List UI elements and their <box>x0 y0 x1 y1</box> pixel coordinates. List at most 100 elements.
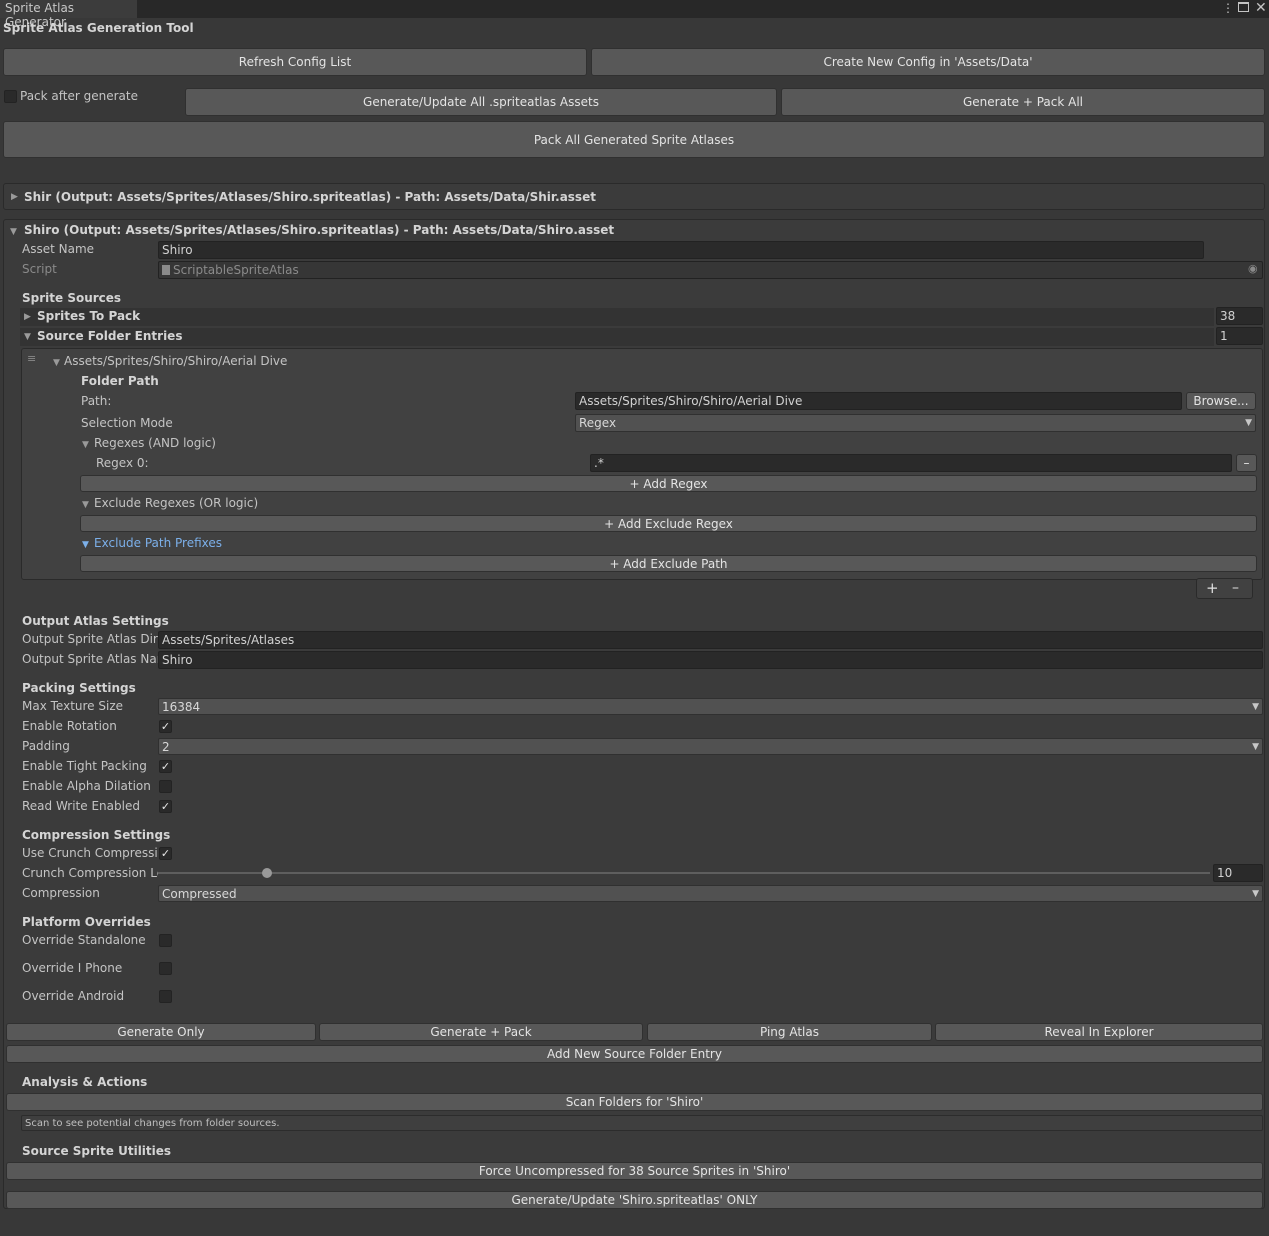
selection-mode-dropdown[interactable]: Regex ▼ <box>575 414 1256 432</box>
asset-name-field[interactable]: Shiro <box>158 241 1204 259</box>
crunch-level-slider-thumb[interactable] <box>262 868 272 878</box>
use-crunch-checkbox[interactable]: ✓ <box>159 847 172 860</box>
kebab-menu-icon[interactable]: ⋮ <box>1222 0 1234 18</box>
sprites-to-pack-row[interactable] <box>20 308 1214 326</box>
refresh-config-button[interactable]: Refresh Config List <box>3 48 587 76</box>
override-android-checkbox[interactable] <box>159 990 172 1003</box>
source-folder-entries-row[interactable] <box>20 328 1214 346</box>
reveal-in-explorer-button[interactable]: Reveal In Explorer <box>935 1023 1263 1041</box>
source-folder-entries-count[interactable]: 1 <box>1216 327 1263 345</box>
list-footer <box>1196 578 1253 599</box>
crunch-level-field[interactable]: 10 <box>1213 864 1263 882</box>
pack-after-generate-label: Pack after generate <box>20 89 138 103</box>
compression-value: Compressed <box>162 886 237 901</box>
platform-heading: Platform Overrides <box>22 915 151 929</box>
padding-dropdown[interactable]: 2 ▼ <box>158 738 1263 755</box>
chevron-down-icon: ▼ <box>1252 741 1259 752</box>
generate-atlas-only-button[interactable]: Generate/Update 'Shiro.spriteatlas' ONLY <box>6 1191 1263 1209</box>
scan-hint-box: Scan to see potential changes from folde… <box>21 1115 1263 1131</box>
output-heading: Output Atlas Settings <box>22 614 169 628</box>
regexes-heading[interactable]: Regexes (AND logic) <box>94 436 216 450</box>
close-icon[interactable]: ✕ <box>1255 0 1267 18</box>
read-write-label: Read Write Enabled <box>22 799 140 813</box>
generate-only-button[interactable]: Generate Only <box>6 1023 316 1041</box>
config-shir-header: Shir (Output: Assets/Sprites/Atlases/Shi… <box>24 190 596 204</box>
pack-after-generate-checkbox[interactable] <box>4 90 17 103</box>
object-picker-icon[interactable]: ◉ <box>1248 262 1258 275</box>
window-tab[interactable]: Sprite Atlas Generator <box>0 0 137 29</box>
script-file-icon <box>162 265 170 275</box>
alpha-dilation-checkbox[interactable] <box>159 780 172 793</box>
pack-all-button[interactable]: Pack All Generated Sprite Atlases <box>3 121 1265 158</box>
add-regex-button[interactable]: + Add Regex <box>80 475 1257 492</box>
max-texture-size-dropdown[interactable]: 16384 ▼ <box>158 698 1263 715</box>
compression-label: Compression <box>22 886 100 900</box>
list-add-button[interactable]: + <box>1206 579 1219 597</box>
output-name-field[interactable]: Shiro <box>158 651 1263 669</box>
crunch-level-slider-track[interactable] <box>158 872 1210 874</box>
output-dir-field[interactable]: Assets/Sprites/Atlases <box>158 631 1263 649</box>
scan-folders-button[interactable]: Scan Folders for 'Shiro' <box>6 1093 1263 1111</box>
add-exclude-path-button[interactable]: + Add Exclude Path <box>80 555 1257 572</box>
chevron-down-icon: ▼ <box>1245 418 1252 428</box>
enable-rotation-checkbox[interactable]: ✓ <box>159 720 172 733</box>
packing-heading: Packing Settings <box>22 681 136 695</box>
list-remove-button[interactable]: – <box>1232 580 1239 596</box>
chevron-down-icon: ▼ <box>1252 701 1259 712</box>
folder-path-heading: Folder Path <box>81 374 159 388</box>
add-source-folder-button[interactable]: Add New Source Folder Entry <box>6 1045 1263 1063</box>
regex0-field[interactable]: .* <box>590 454 1232 472</box>
override-standalone-label: Override Standalone <box>22 933 146 947</box>
selection-mode-label: Selection Mode <box>81 416 173 430</box>
maximize-icon[interactable] <box>1238 2 1249 12</box>
read-write-checkbox[interactable]: ✓ <box>159 800 172 813</box>
path-label: Path: <box>81 394 112 408</box>
remove-regex-button[interactable]: – <box>1236 454 1257 472</box>
asset-name-label: Asset Name <box>22 242 95 256</box>
fold-open-icon[interactable]: ▼ <box>82 500 89 510</box>
sprites-to-pack-count[interactable]: 38 <box>1216 307 1263 325</box>
override-android-label: Override Android <box>22 989 125 1003</box>
fold-open-icon[interactable]: ▼ <box>82 440 89 450</box>
generate-pack-all-button[interactable]: Generate + Pack All <box>781 88 1265 116</box>
alpha-dilation-label: Enable Alpha Dilation <box>22 779 151 793</box>
entry-title[interactable]: Assets/Sprites/Shiro/Shiro/Aerial Dive <box>64 354 287 368</box>
browse-button[interactable]: Browse... <box>1186 392 1256 410</box>
add-exclude-regex-button[interactable]: + Add Exclude Regex <box>80 515 1257 532</box>
enable-rotation-label: Enable Rotation <box>22 719 117 733</box>
config-shir-foldout[interactable]: ▶ Shir (Output: Assets/Sprites/Atlases/S… <box>3 183 1265 210</box>
force-uncompressed-button[interactable]: Force Uncompressed for 38 Source Sprites… <box>6 1162 1263 1180</box>
path-field[interactable]: Assets/Sprites/Shiro/Shiro/Aerial Dive <box>575 392 1182 410</box>
generate-pack-button[interactable]: Generate + Pack <box>319 1023 643 1041</box>
create-new-config-button[interactable]: Create New Config in 'Assets/Data' <box>591 48 1265 76</box>
generate-all-button[interactable]: Generate/Update All .spriteatlas Assets <box>185 88 777 116</box>
page-title: Sprite Atlas Generation Tool <box>3 21 194 35</box>
exclude-regexes-heading[interactable]: Exclude Regexes (OR logic) <box>94 496 258 510</box>
override-iphone-checkbox[interactable] <box>159 962 172 975</box>
script-label: Script <box>22 262 57 276</box>
fold-closed-icon[interactable]: ▶ <box>24 312 31 322</box>
drag-handle-icon[interactable]: ≡ <box>27 352 36 365</box>
output-name-label: Output Sprite Atlas Nam <box>22 652 158 666</box>
source-folder-entries-label: Source Folder Entries <box>37 329 183 343</box>
padding-label: Padding <box>22 739 70 753</box>
fold-closed-icon: ▶ <box>11 192 18 202</box>
override-standalone-checkbox[interactable] <box>159 934 172 947</box>
selection-mode-value: Regex <box>579 416 617 430</box>
padding-value: 2 <box>162 739 170 754</box>
script-field: ScriptableSpriteAtlas <box>158 261 1263 279</box>
fold-open-icon[interactable]: ▼ <box>10 227 17 237</box>
max-texture-size-label: Max Texture Size <box>22 699 123 713</box>
fold-open-icon[interactable]: ▼ <box>82 540 89 550</box>
ping-atlas-button[interactable]: Ping Atlas <box>647 1023 932 1041</box>
exclude-path-prefixes-heading[interactable]: Exclude Path Prefixes <box>94 536 222 550</box>
tight-packing-checkbox[interactable]: ✓ <box>159 760 172 773</box>
fold-open-icon[interactable]: ▼ <box>24 332 31 342</box>
compression-heading: Compression Settings <box>22 828 171 842</box>
compression-dropdown[interactable]: Compressed ▼ <box>158 885 1263 902</box>
config-shiro-header[interactable]: Shiro (Output: Assets/Sprites/Atlases/Sh… <box>24 223 614 237</box>
fold-open-icon[interactable]: ▼ <box>53 358 60 368</box>
script-value: ScriptableSpriteAtlas <box>173 263 299 277</box>
override-iphone-label: Override I Phone <box>22 961 123 975</box>
sprites-to-pack-label: Sprites To Pack <box>37 309 141 323</box>
